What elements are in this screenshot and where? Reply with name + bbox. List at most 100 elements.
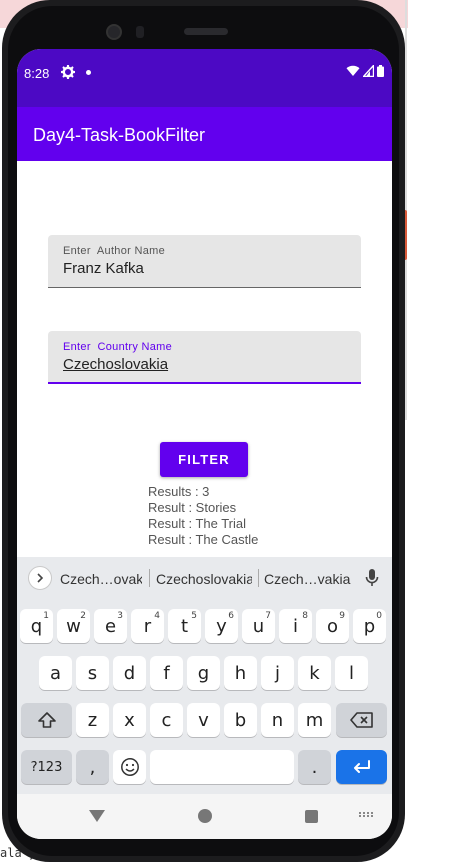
key-x[interactable]: x xyxy=(113,703,146,737)
key-o[interactable]: o9 xyxy=(316,609,349,643)
key-q[interactable]: q1 xyxy=(20,609,53,643)
app-title: Day4-Task-BookFilter xyxy=(33,125,206,145)
suggestion-2[interactable]: Czechoslovakia l xyxy=(156,571,252,587)
microphone-icon[interactable] xyxy=(364,568,380,588)
key-w[interactable]: w2 xyxy=(57,609,90,643)
country-name-value: Czechoslovakia xyxy=(63,356,169,373)
key-v[interactable]: v xyxy=(187,703,220,737)
suggestion-strip: Czech…ovakia Czechoslovakia l Czech…vaki… xyxy=(17,557,392,598)
key-p[interactable]: p0 xyxy=(353,609,386,643)
filter-button[interactable]: FILTER xyxy=(160,442,248,477)
key-number-hint: 0 xyxy=(376,611,382,621)
key-number-hint: 4 xyxy=(154,611,160,621)
key-label: o xyxy=(326,615,338,637)
result-item: Result : The Trial xyxy=(148,516,247,531)
settings-gear-icon xyxy=(61,65,75,79)
key-d[interactable]: d xyxy=(113,656,146,690)
backspace-icon xyxy=(349,712,373,728)
status-time: 8:28 xyxy=(24,66,50,81)
key-k[interactable]: k xyxy=(298,656,331,690)
key-label: i xyxy=(292,615,298,637)
key-j[interactable]: j xyxy=(261,656,294,690)
symbols-key[interactable]: ?123 xyxy=(21,750,72,784)
key-number-hint: 8 xyxy=(302,611,308,621)
nav-home-icon[interactable] xyxy=(198,809,212,823)
suggestion-3[interactable]: Czech…vakia a xyxy=(264,571,352,587)
shift-icon xyxy=(37,712,56,728)
suggestion-divider xyxy=(149,569,150,587)
suggestion-divider xyxy=(258,569,259,587)
key-s[interactable]: s xyxy=(76,656,109,690)
author-name-value: Franz Kafka xyxy=(63,260,144,277)
result-item: Result : Stories xyxy=(148,500,237,515)
suggestion-1[interactable]: Czech…ovakia xyxy=(60,571,142,587)
key-number-hint: 3 xyxy=(117,611,123,621)
key-number-hint: 7 xyxy=(265,611,271,621)
shift-key[interactable] xyxy=(21,703,72,737)
emoji-key[interactable] xyxy=(113,750,146,784)
spacebar-key[interactable] xyxy=(150,750,294,784)
key-number-hint: 9 xyxy=(339,611,345,621)
key-h[interactable]: h xyxy=(224,656,257,690)
author-name-underline xyxy=(48,287,361,288)
front-camera xyxy=(106,24,122,40)
key-label: w xyxy=(66,615,81,637)
key-n[interactable]: n xyxy=(261,703,294,737)
navigation-bar xyxy=(17,794,392,839)
notification-dot-icon xyxy=(86,70,91,75)
country-name-field[interactable]: Enter Country Name Czechoslovakia xyxy=(48,331,361,384)
key-e[interactable]: e3 xyxy=(94,609,127,643)
signal-icon xyxy=(363,65,374,77)
key-r[interactable]: r4 xyxy=(131,609,164,643)
app-bar: Day4-Task-BookFilter xyxy=(17,107,392,161)
key-label: q xyxy=(30,615,43,637)
battery-icon xyxy=(377,65,384,77)
key-b[interactable]: b xyxy=(224,703,257,737)
key-number-hint: 2 xyxy=(80,611,86,621)
enter-key[interactable] xyxy=(336,750,387,784)
earpiece-speaker xyxy=(184,28,228,35)
key-z[interactable]: z xyxy=(76,703,109,737)
emoji-icon xyxy=(120,758,139,776)
key-t[interactable]: t5 xyxy=(168,609,201,643)
key-label: p xyxy=(363,615,376,637)
comma-key[interactable]: , xyxy=(76,750,109,784)
chevron-right-icon[interactable] xyxy=(28,566,52,590)
key-label: y xyxy=(216,615,227,637)
phone-frame: 8:28 Day4-Task-BookFilter Enter Author N… xyxy=(2,0,405,862)
key-number-hint: 1 xyxy=(43,611,49,621)
key-a[interactable]: a xyxy=(39,656,72,690)
stage: ala y 8:28 Day4-Task-BookFilter Enter Au… xyxy=(0,0,452,863)
key-number-hint: 6 xyxy=(228,611,234,621)
results-list: Results : 3 Result : Stories Result : Th… xyxy=(148,484,258,548)
key-y[interactable]: y6 xyxy=(205,609,238,643)
key-l[interactable]: l xyxy=(335,656,368,690)
key-u[interactable]: u7 xyxy=(242,609,275,643)
key-g[interactable]: g xyxy=(187,656,220,690)
proximity-sensor xyxy=(136,26,144,38)
author-name-label: Enter Author Name xyxy=(63,245,166,257)
country-name-underline xyxy=(48,382,361,384)
author-name-field[interactable]: Enter Author Name Franz Kafka xyxy=(48,235,361,288)
nav-recents-icon[interactable] xyxy=(305,810,318,823)
period-key[interactable]: . xyxy=(298,750,331,784)
backspace-key[interactable] xyxy=(336,703,387,737)
results-count: Results : 3 xyxy=(148,484,210,499)
status-icons xyxy=(346,65,384,77)
phone-screen: 8:28 Day4-Task-BookFilter Enter Author N… xyxy=(17,49,392,839)
key-label: e xyxy=(104,615,117,637)
country-name-label: Enter Country Name xyxy=(63,341,173,353)
nav-back-icon[interactable] xyxy=(89,810,105,822)
wifi-icon xyxy=(346,65,360,76)
enter-icon xyxy=(353,760,370,773)
key-label: t xyxy=(180,615,189,637)
result-item: Result : The Castle xyxy=(148,532,259,547)
status-bar: 8:28 xyxy=(17,49,392,107)
key-c[interactable]: c xyxy=(150,703,183,737)
key-label: r xyxy=(143,615,152,637)
key-m[interactable]: m xyxy=(298,703,331,737)
key-number-hint: 5 xyxy=(191,611,197,621)
key-i[interactable]: i8 xyxy=(279,609,312,643)
keyboard-switch-icon[interactable] xyxy=(359,812,373,817)
key-f[interactable]: f xyxy=(150,656,183,690)
